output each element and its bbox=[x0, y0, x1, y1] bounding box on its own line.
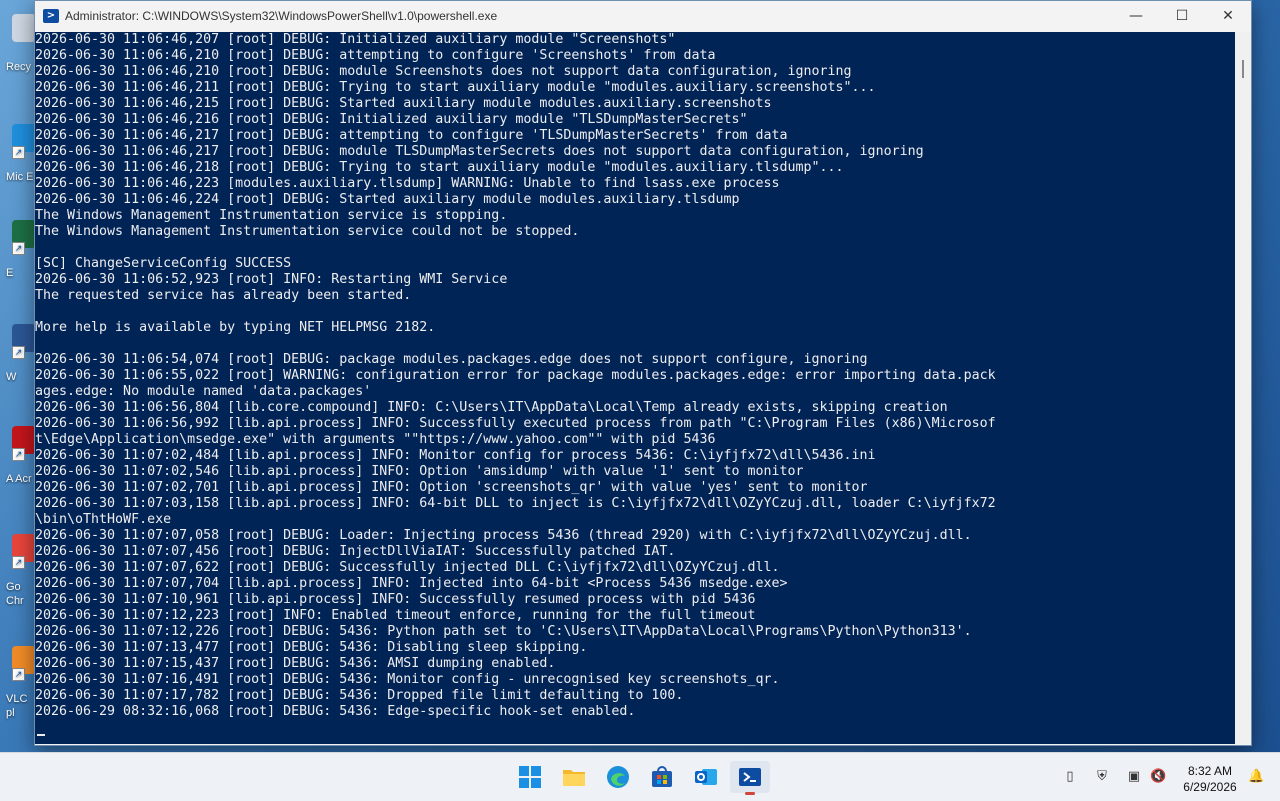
console-line: 2026-06-30 11:06:56,804 [lib.core.compou… bbox=[35, 400, 948, 415]
shortcut-arrow-icon: ↗ bbox=[12, 242, 25, 255]
edge-icon bbox=[606, 765, 630, 789]
vertical-scrollbar[interactable] bbox=[1235, 32, 1251, 744]
desktop-icon-label: A Acr bbox=[6, 473, 32, 485]
console-line: \bin\oThtHoWF.exe bbox=[35, 512, 172, 527]
console-line: 2026-06-30 11:07:12,226 [root] DEBUG: 54… bbox=[35, 624, 972, 639]
console-line: 2026-06-30 11:07:12,223 [root] INFO: Ena… bbox=[35, 608, 756, 623]
desktop-icon[interactable]: ↗ E bbox=[0, 214, 36, 304]
console-line: 2026-06-30 11:07:17,782 [root] DEBUG: 54… bbox=[35, 688, 684, 703]
console-line: 2026-06-30 11:07:02,701 [lib.api.process… bbox=[35, 480, 868, 495]
console-line: 2026-06-30 11:06:56,992 [lib.api.process… bbox=[35, 416, 996, 431]
desktop-icon[interactable]: Recy bbox=[0, 8, 36, 98]
console-line: 2026-06-30 11:07:15,437 [root] DEBUG: 54… bbox=[35, 656, 556, 671]
recycle-bin-icon bbox=[12, 14, 36, 42]
console-line: The requested service has already been s… bbox=[35, 288, 412, 303]
desktop-icon[interactable]: ↗ Go Chr bbox=[0, 528, 36, 618]
shortcut-arrow-icon: ↗ bbox=[12, 668, 25, 681]
console-line: 2026-06-30 11:07:07,704 [lib.api.process… bbox=[35, 576, 788, 591]
taskbar: ▯ ⛨ ▣ 🔇 8:32 AM 6/29/2026 🔔 bbox=[0, 752, 1280, 801]
console-line: The Windows Management Instrumentation s… bbox=[35, 208, 508, 223]
console-line: 2026-06-30 11:06:46,224 [root] DEBUG: St… bbox=[35, 192, 740, 207]
console-line: 2026-06-30 11:06:46,217 [root] DEBUG: mo… bbox=[35, 144, 924, 159]
volume-muted-icon[interactable]: 🔇 bbox=[1150, 769, 1166, 785]
console-output[interactable]: 2026-06-30 11:06:46,207 [root] DEBUG: In… bbox=[35, 32, 1235, 744]
title-bar[interactable]: > Administrator: C:\WINDOWS\System32\Win… bbox=[35, 1, 1251, 32]
window-title: Administrator: C:\WINDOWS\System32\Windo… bbox=[65, 9, 498, 23]
close-button[interactable]: ✕ bbox=[1205, 1, 1251, 32]
console-line: 2026-06-30 11:07:10,961 [lib.api.process… bbox=[35, 592, 756, 607]
console-line: The Windows Management Instrumentation s… bbox=[35, 224, 580, 239]
network-icon[interactable]: ▣ bbox=[1126, 769, 1142, 785]
console-line: 2026-06-30 11:07:02,484 [lib.api.process… bbox=[35, 448, 876, 463]
desktop-icon[interactable]: ↗ Mic E bbox=[0, 118, 36, 208]
taskbar-file-explorer[interactable] bbox=[554, 761, 594, 793]
active-indicator bbox=[745, 792, 755, 795]
desktop-icon-label: E bbox=[6, 267, 14, 279]
taskbar-edge[interactable] bbox=[598, 761, 638, 793]
console-line: 2026-06-30 11:07:13,477 [root] DEBUG: 54… bbox=[35, 640, 588, 655]
console-line: More help is available by typing NET HEL… bbox=[35, 320, 436, 335]
minimize-button[interactable]: — bbox=[1113, 1, 1159, 32]
maximize-button[interactable]: ☐ bbox=[1159, 1, 1205, 32]
console-line: 2026-06-30 11:06:46,223 [modules.auxilia… bbox=[35, 176, 780, 191]
desktop-icon[interactable]: ↗ VLC pl bbox=[0, 640, 36, 730]
clock[interactable]: 8:32 AM 6/29/2026 bbox=[1170, 763, 1250, 795]
shortcut-arrow-icon: ↗ bbox=[12, 448, 25, 461]
console-line: 2026-06-30 11:06:46,210 [root] DEBUG: at… bbox=[35, 48, 716, 63]
taskbar-powershell[interactable] bbox=[730, 761, 770, 795]
security-icon[interactable]: ⛨ bbox=[1094, 769, 1110, 785]
usb-icon[interactable]: ▯ bbox=[1062, 769, 1078, 785]
taskbar-microsoft-store[interactable] bbox=[642, 761, 682, 793]
clock-time: 8:32 AM bbox=[1187, 764, 1233, 778]
console-line: [SC] ChangeServiceConfig SUCCESS bbox=[35, 256, 292, 271]
shortcut-arrow-icon: ↗ bbox=[12, 556, 25, 569]
console-line: 2026-06-30 11:07:03,158 [lib.api.process… bbox=[35, 496, 996, 511]
console-line: 2026-06-30 11:06:46,217 [root] DEBUG: at… bbox=[35, 128, 788, 143]
console-line: 2026-06-30 11:06:55,022 [root] WARNING: … bbox=[35, 368, 996, 383]
notification-icon[interactable]: 🔔 bbox=[1248, 769, 1264, 785]
console-line: 2026-06-30 11:06:46,215 [root] DEBUG: St… bbox=[35, 96, 772, 111]
console-line: 2026-06-30 11:07:07,058 [root] DEBUG: Lo… bbox=[35, 528, 972, 543]
desktop-icon[interactable]: ↗ W bbox=[0, 318, 36, 408]
console-line: 2026-06-30 11:06:46,216 [root] DEBUG: In… bbox=[35, 112, 748, 127]
scrollbar-thumb[interactable] bbox=[1242, 60, 1244, 78]
powershell-icon: > bbox=[43, 9, 59, 23]
console-line: 2026-06-30 11:07:16,491 [root] DEBUG: 54… bbox=[35, 672, 780, 687]
console-line: 2026-06-30 11:07:07,456 [root] DEBUG: In… bbox=[35, 544, 676, 559]
desktop-icon[interactable]: ↗ A Acr bbox=[0, 420, 36, 510]
console-line: 2026-06-30 11:06:46,211 [root] DEBUG: Tr… bbox=[35, 80, 876, 95]
shortcut-arrow-icon: ↗ bbox=[12, 346, 25, 359]
desktop-icon-label: VLC pl bbox=[6, 693, 28, 719]
console-line: 2026-06-29 08:32:16,068 [root] DEBUG: 54… bbox=[35, 704, 636, 719]
console-lines: 2026-06-30 11:06:46,207 [root] DEBUG: In… bbox=[35, 32, 1235, 720]
desktop-icon-label: Go Chr bbox=[6, 581, 24, 607]
console-line: t\Edge\Application\msedge.exe" with argu… bbox=[35, 432, 716, 447]
console-line: 2026-06-30 11:07:02,546 [lib.api.process… bbox=[35, 464, 804, 479]
shortcut-arrow-icon: ↗ bbox=[12, 146, 25, 159]
folder-icon bbox=[562, 765, 586, 789]
desktop-icon-label: Recy bbox=[6, 61, 32, 73]
clock-date: 6/29/2026 bbox=[1183, 780, 1237, 794]
powershell-window[interactable]: > Administrator: C:\WINDOWS\System32\Win… bbox=[34, 0, 1252, 746]
store-icon bbox=[650, 765, 674, 789]
desktop-icon-label: Mic E bbox=[6, 171, 34, 183]
console-line: 2026-06-30 11:07:07,622 [root] DEBUG: Su… bbox=[35, 560, 780, 575]
taskbar-outlook[interactable] bbox=[686, 761, 726, 793]
console-line: ages.edge: No module named 'data.package… bbox=[35, 384, 372, 399]
console-line: 2026-06-30 11:06:46,218 [root] DEBUG: Tr… bbox=[35, 160, 844, 175]
console-line: 2026-06-30 11:06:46,207 [root] DEBUG: In… bbox=[35, 32, 676, 47]
console-line: 2026-06-30 11:06:52,923 [root] INFO: Res… bbox=[35, 272, 508, 287]
console-line: 2026-06-30 11:06:54,074 [root] DEBUG: pa… bbox=[35, 352, 868, 367]
outlook-icon bbox=[694, 765, 718, 789]
start-button[interactable] bbox=[510, 761, 550, 793]
console-line: 2026-06-30 11:06:46,210 [root] DEBUG: mo… bbox=[35, 64, 852, 79]
windows-logo-icon bbox=[518, 765, 542, 789]
text-cursor bbox=[37, 734, 45, 736]
desktop-icon-label: W bbox=[6, 371, 17, 383]
powershell-icon bbox=[738, 765, 762, 789]
